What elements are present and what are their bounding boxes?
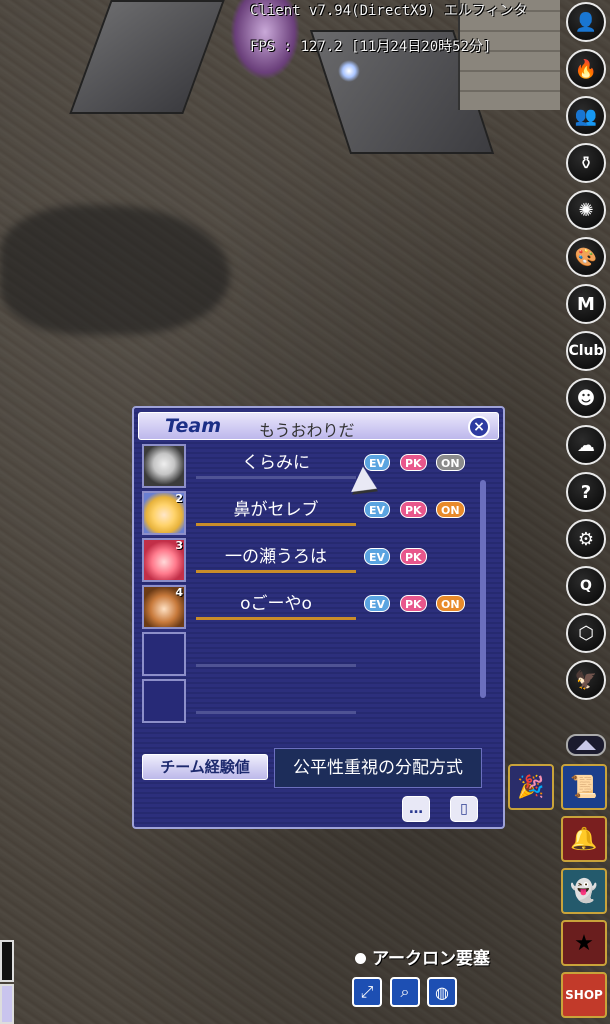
member-name: oごーやo: [240, 594, 312, 614]
on-tag[interactable]: ON: [436, 501, 465, 518]
tent-roof-left: [69, 0, 225, 114]
member-bar: [196, 711, 356, 714]
q-icon[interactable]: Q: [566, 566, 606, 606]
sparkle-effect: [338, 60, 360, 82]
pet-icon[interactable]: 👻: [561, 868, 607, 914]
member-number: 2: [175, 492, 183, 505]
member-number: 3: [175, 539, 183, 552]
on-tag[interactable]: ON: [436, 595, 465, 612]
member-number: 4: [175, 586, 183, 599]
friend-icon[interactable]: ☻: [566, 378, 606, 418]
party-icon[interactable]: 👥: [566, 96, 606, 136]
team-header-label: Team: [165, 415, 222, 437]
member-bar: [196, 476, 356, 479]
palette-icon[interactable]: 🎨: [566, 237, 606, 277]
pk-tag[interactable]: PK: [400, 454, 427, 471]
ev-tag[interactable]: EV: [364, 501, 391, 518]
avatar: [142, 632, 186, 676]
close-icon[interactable]: ×: [468, 416, 490, 438]
team-slot-empty: [142, 632, 502, 676]
avatar: 2: [142, 491, 186, 535]
chat-icon[interactable]: …: [402, 796, 430, 822]
client-version-text: Client v7.94(DirectX9) エルフィンタ: [250, 3, 528, 19]
eagle-icon[interactable]: 🦅: [566, 660, 606, 700]
gear-icon[interactable]: ⚙: [566, 519, 606, 559]
search-icon[interactable]: ⌕: [390, 977, 420, 1007]
left-edge-panel[interactable]: [0, 940, 14, 982]
ground-shadow: [0, 205, 230, 335]
pk-tag[interactable]: PK: [400, 548, 427, 565]
team-member-4[interactable]: 4 oごーやo EV PK ON: [142, 585, 502, 629]
location-dot-icon: [355, 953, 366, 964]
on-tag[interactable]: ON: [436, 454, 465, 471]
location-label: アークロン要塞: [355, 944, 490, 969]
member-scrollbar[interactable]: [480, 480, 486, 698]
ghost-icon[interactable]: ☁: [566, 425, 606, 465]
member-bar: [196, 664, 356, 667]
team-window: Team もうおわりだ × くらみに EV PK ON 2 鼻がセレブ EV P…: [132, 406, 505, 829]
location-name: アークロン要塞: [372, 949, 490, 969]
right-toolbar: 👤 🔥 👥 ⚱ ✺ 🎨 Ⅿ Club ☻ ☁ ? ⚙ Q ⬡ 🦅: [564, 2, 608, 707]
club-label: Club: [568, 343, 604, 359]
member-name: 鼻がセレブ: [233, 500, 319, 520]
toolbar-collapse-arrow-icon[interactable]: [566, 734, 606, 756]
distribution-mode-field[interactable]: 公平性重視の分配方式: [274, 748, 482, 788]
avatar: 3: [142, 538, 186, 582]
member-bar: [196, 523, 356, 526]
avatar: 4: [142, 585, 186, 629]
avatar: [142, 679, 186, 723]
team-title-bar[interactable]: Team もうおわりだ ×: [138, 412, 499, 440]
club-icon[interactable]: Club: [566, 331, 606, 371]
quest-icon[interactable]: ?: [566, 472, 606, 512]
team-member-2[interactable]: 2 鼻がセレブ EV PK ON: [142, 491, 502, 535]
guild-icon[interactable]: Ⅿ: [566, 284, 606, 324]
person-icon[interactable]: 👤: [566, 2, 606, 42]
team-exp-button[interactable]: チーム経験値: [142, 754, 268, 780]
pk-tag[interactable]: PK: [400, 501, 427, 518]
bell-icon[interactable]: 🔔: [561, 816, 607, 862]
badge-icon[interactable]: ★: [561, 920, 607, 966]
party-popper-icon[interactable]: 🎉: [508, 764, 554, 810]
team-slot-empty: [142, 679, 502, 723]
team-member-3[interactable]: 3 一の瀬うろは EV PK: [142, 538, 502, 582]
bottle-icon[interactable]: ⚱: [566, 143, 606, 183]
ev-tag[interactable]: EV: [364, 595, 391, 612]
map-toggle-icon[interactable]: ⤢: [352, 977, 382, 1007]
ev-tag[interactable]: EV: [364, 548, 391, 565]
pk-tag[interactable]: PK: [400, 595, 427, 612]
member-name: 一の瀬うろは: [225, 547, 327, 567]
scroll-icon[interactable]: 📜: [561, 764, 607, 810]
shop-icon[interactable]: SHOP: [561, 972, 607, 1018]
hexagon-icon[interactable]: ⬡: [566, 613, 606, 653]
world-map-icon[interactable]: ◍: [427, 977, 457, 1007]
fps-text: FPS : 127.2 [11月24日20時52分]: [250, 39, 492, 55]
member-bar: [196, 570, 356, 573]
left-edge-panel-lower[interactable]: [0, 984, 14, 1024]
skill-icon[interactable]: ✺: [566, 190, 606, 230]
member-name: くらみに: [242, 453, 310, 473]
team-member-1[interactable]: くらみに EV PK ON: [142, 444, 502, 488]
q-label: Q: [580, 578, 592, 594]
avatar: [142, 444, 186, 488]
member-bar: [196, 617, 356, 620]
fire-c-icon[interactable]: 🔥: [566, 49, 606, 89]
team-name: もうおわりだ: [259, 421, 355, 440]
exit-icon[interactable]: ▯: [450, 796, 478, 822]
